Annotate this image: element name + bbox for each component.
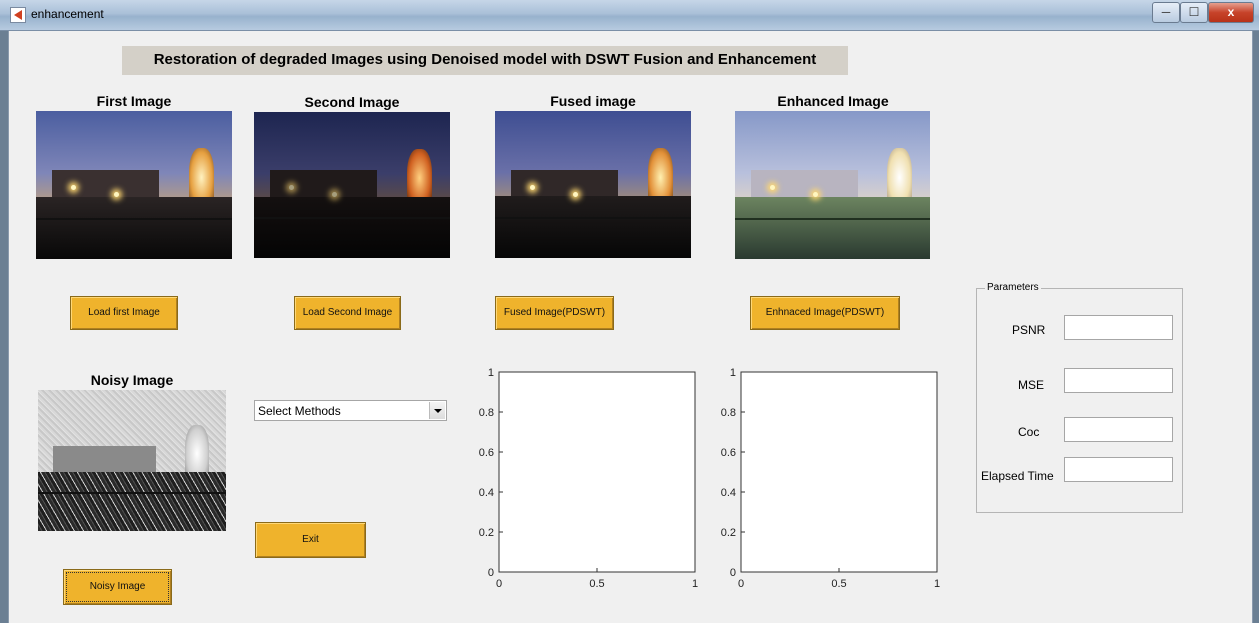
coc-field[interactable] xyxy=(1064,417,1173,442)
methods-dropdown-value: Select Methods xyxy=(258,404,341,418)
load-second-image-button[interactable]: Load Second Image xyxy=(294,296,401,330)
second-image-axes xyxy=(254,112,450,258)
psnr-field[interactable] xyxy=(1064,315,1173,340)
axes-2-ytick-label: 1 xyxy=(730,368,736,379)
matlab-app-icon xyxy=(10,7,26,23)
axes-2-xtick-label: 0 xyxy=(738,578,744,590)
first-image-title: First Image xyxy=(96,93,172,109)
plot-axes-2: 0 0.2 0.4 0.6 0.8 1 0 0.5 1 xyxy=(721,368,940,590)
coc-label: Coc xyxy=(1018,425,1040,439)
axes-1-xtick-label: 0.5 xyxy=(589,578,604,590)
window-titlebar: enhancement ─ ☐ x xyxy=(0,0,1259,31)
figure-client-area: Restoration of degraded Images using Den… xyxy=(8,31,1253,623)
axes-1-ytick-label: 0.4 xyxy=(479,487,494,499)
axes-1-plot-area xyxy=(498,371,696,573)
elapsed-time-field[interactable] xyxy=(1064,457,1173,482)
maximize-button[interactable]: ☐ xyxy=(1180,2,1208,23)
axes-2-ytick-label: 0.4 xyxy=(721,487,736,499)
enhanced-image-button[interactable]: Enhnaced Image(PDSWT) xyxy=(750,296,900,330)
app-heading: Restoration of degraded Images using Den… xyxy=(122,46,848,75)
axes-1-ytick-label: 0.2 xyxy=(479,527,494,539)
chevron-down-icon[interactable] xyxy=(429,402,445,419)
axes-2-xtick-label: 0.5 xyxy=(831,578,846,590)
first-image-axes xyxy=(36,111,232,259)
axes-1-ytick-label: 0 xyxy=(488,567,494,579)
psnr-label: PSNR xyxy=(1012,323,1046,337)
enhanced-image-axes xyxy=(735,111,930,259)
minimize-button[interactable]: ─ xyxy=(1152,2,1180,23)
elapsed-time-label: Elapsed Time xyxy=(981,469,1054,483)
noisy-image-button[interactable]: Noisy Image xyxy=(63,569,172,605)
axes-2-ytick-label: 0 xyxy=(730,567,736,579)
exit-button[interactable]: Exit xyxy=(255,522,366,558)
axes-1-ytick-label: 0.6 xyxy=(479,447,494,459)
load-first-image-button[interactable]: Load first Image xyxy=(70,296,178,330)
fused-image-axes xyxy=(495,111,691,258)
axes-2-xtick-label: 1 xyxy=(934,578,940,590)
fused-image-title: Fused image xyxy=(550,93,636,109)
fused-image-button[interactable]: Fused Image(PDSWT) xyxy=(495,296,614,330)
mse-label: MSE xyxy=(1018,378,1045,392)
axes-2-ytick-label: 0.8 xyxy=(721,407,736,419)
noisy-image-title: Noisy Image xyxy=(90,372,174,388)
mse-field[interactable] xyxy=(1064,368,1173,393)
axes-2-ytick-label: 0.6 xyxy=(721,447,736,459)
plot-axes-1: 0 0.2 0.4 0.6 0.8 1 0 0.5 1 xyxy=(479,368,698,590)
axes-2-plot-area xyxy=(740,371,938,573)
noisy-image-axes xyxy=(38,390,226,531)
close-button[interactable]: x xyxy=(1208,2,1254,23)
second-image-title: Second Image xyxy=(304,94,400,110)
window-title: enhancement xyxy=(31,7,104,21)
axes-1-xtick-label: 1 xyxy=(692,578,698,590)
parameters-panel: Parameters PSNR MSE Coc Elapsed Time xyxy=(976,282,1183,513)
axes-1-ytick-label: 1 xyxy=(488,368,494,379)
enhanced-image-title: Enhanced Image xyxy=(777,93,889,109)
axes-1-ytick-label: 0.8 xyxy=(479,407,494,419)
parameters-panel-title: Parameters xyxy=(985,282,1041,293)
axes-1-xtick-label: 0 xyxy=(496,578,502,590)
methods-dropdown[interactable]: Select Methods xyxy=(254,400,447,421)
axes-2-ytick-label: 0.2 xyxy=(721,527,736,539)
